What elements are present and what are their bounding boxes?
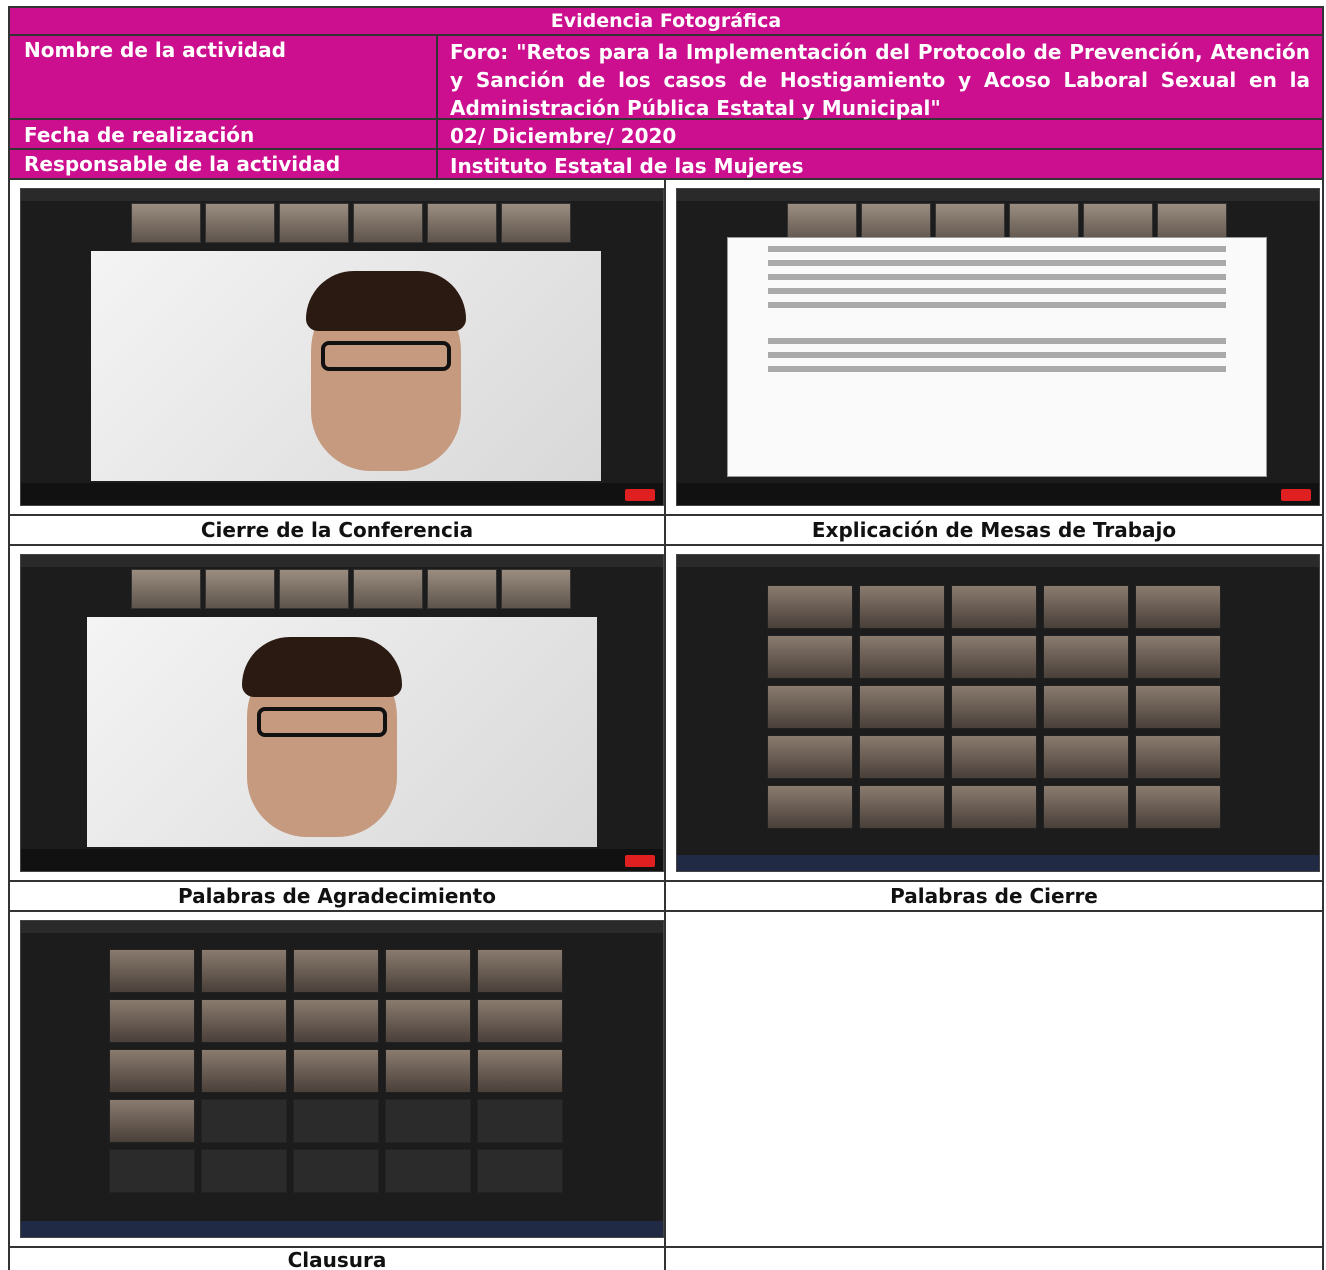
activity-header-table: Evidencia Fotográfica Nombre de la activ… [8,6,1324,180]
caption-row: Cierre de la Conferencia Explicación de … [10,514,1322,544]
photo-evidence-grid: Cierre de la Conferencia Explicación de … [8,178,1324,1270]
speaker-video [91,251,601,481]
caption-row: Palabras de Agradecimiento Palabras de C… [10,880,1322,910]
photo-caption: Clausura [10,1248,666,1270]
activity-name-value: Foro: "Retos para la Implementación del … [450,40,1310,120]
empty-caption [666,1248,1322,1270]
meeting-controls [21,483,663,505]
caption-row: Clausura [10,1246,1322,1270]
participant-strip [131,203,571,243]
photo-cell [10,546,666,880]
activity-name-label: Nombre de la actividad [10,36,438,118]
activity-date-row: Fecha de realización 02/ Diciembre/ 2020 [10,120,1322,150]
photo-cell [10,180,666,514]
photo-row [10,910,1322,1246]
photo-cell [10,912,666,1246]
participant-gallery [767,585,1221,829]
activity-responsible-row: Responsable de la actividad Instituto Es… [10,150,1322,178]
zoom-screenshot-speaker [20,188,664,506]
photo-caption: Cierre de la Conferencia [10,516,666,544]
zoom-screenshot-gallery [20,920,664,1238]
photo-caption: Palabras de Agradecimiento [10,882,666,910]
photo-row [10,178,1322,514]
activity-date-value: 02/ Diciembre/ 2020 [450,124,677,148]
activity-name-row: Nombre de la actividad Foro: "Retos para… [10,36,1322,120]
activity-date-label: Fecha de realización [10,120,438,148]
zoom-screenshot-document [676,188,1320,506]
empty-photo-cell [666,912,1322,1246]
header-title: Evidencia Fotográfica [550,10,782,32]
photo-cell [666,180,1322,514]
activity-responsible-value: Instituto Estatal de las Mujeres [450,154,804,178]
zoom-screenshot-gallery [676,554,1320,872]
photo-cell [666,546,1322,880]
photo-row [10,544,1322,880]
photo-caption: Palabras de Cierre [890,884,1098,908]
zoom-screenshot-speaker [20,554,664,872]
shared-document [727,237,1267,477]
header-title-row: Evidencia Fotográfica [10,8,1322,36]
photo-caption: Explicación de Mesas de Trabajo [811,518,1177,542]
activity-responsible-label: Responsable de la actividad [10,150,438,178]
